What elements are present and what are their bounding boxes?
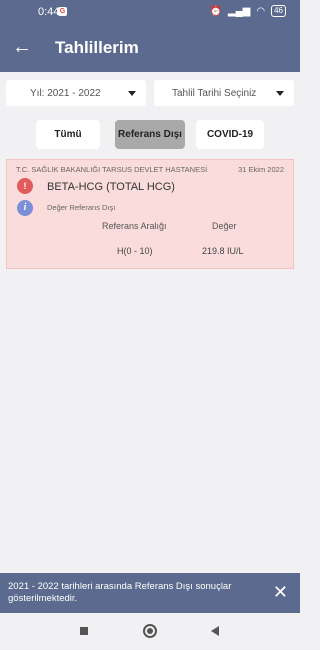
- result-date: 31 Ekim 2022: [238, 165, 284, 174]
- snackbar: 2021 - 2022 tarihleri arasında Referans …: [0, 573, 300, 613]
- tab-out-of-reference[interactable]: Referans Dışı: [115, 120, 185, 149]
- info-icon[interactable]: i: [17, 200, 33, 216]
- system-nav-bar: [0, 613, 300, 650]
- result-value: 219.8 IU/L: [202, 246, 244, 256]
- status-icons: ⏰ ▂▄▆ ◠ 46: [209, 5, 286, 17]
- date-dropdown-label: Tahlil Tarihi Seçiniz: [172, 87, 257, 99]
- hospital-name: T.C. SAĞLIK BAKANLIĞI TARSUS DEVLET HAST…: [16, 165, 208, 174]
- home-icon[interactable]: [143, 624, 157, 638]
- google-icon: G: [58, 7, 67, 16]
- recents-icon[interactable]: [80, 627, 88, 635]
- close-icon[interactable]: ✕: [273, 581, 288, 603]
- year-dropdown[interactable]: Yıl: 2021 - 2022: [6, 80, 146, 106]
- year-dropdown-label: Yıl: 2021 - 2022: [30, 87, 101, 99]
- wifi-icon: ◠: [256, 5, 266, 17]
- test-name: BETA-HCG (TOTAL HCG): [47, 181, 175, 193]
- battery-icon: 46: [271, 5, 286, 17]
- reference-range-value: H(0 - 10): [117, 246, 153, 256]
- back-arrow-icon[interactable]: ←: [12, 35, 32, 59]
- chevron-down-icon: [276, 90, 284, 96]
- alarm-icon: ⏰: [209, 5, 222, 17]
- tab-covid19[interactable]: COVID-19: [196, 120, 264, 149]
- chevron-down-icon: [128, 90, 136, 96]
- column-header-reference: Referans Aralığı: [102, 221, 167, 231]
- result-status: Değer Referans Dışı: [47, 203, 116, 212]
- column-header-value: Değer: [212, 221, 237, 231]
- tab-all[interactable]: Tümü: [36, 120, 100, 149]
- warning-icon: !: [17, 178, 33, 194]
- nav-back-icon[interactable]: [211, 626, 219, 636]
- date-dropdown[interactable]: Tahlil Tarihi Seçiniz: [154, 80, 294, 106]
- result-card[interactable]: T.C. SAĞLIK BAKANLIĞI TARSUS DEVLET HAST…: [6, 159, 294, 269]
- snackbar-message: 2021 - 2022 tarihleri arasında Referans …: [8, 581, 232, 604]
- clock: 0:44: [38, 6, 60, 18]
- app-bar: ← Tahlillerim: [0, 24, 300, 72]
- status-bar: 0:44 G ⏰ ▂▄▆ ◠ 46: [0, 0, 300, 24]
- signal-icon: ▂▄▆: [227, 5, 251, 17]
- page-title: Tahlillerim: [55, 38, 139, 57]
